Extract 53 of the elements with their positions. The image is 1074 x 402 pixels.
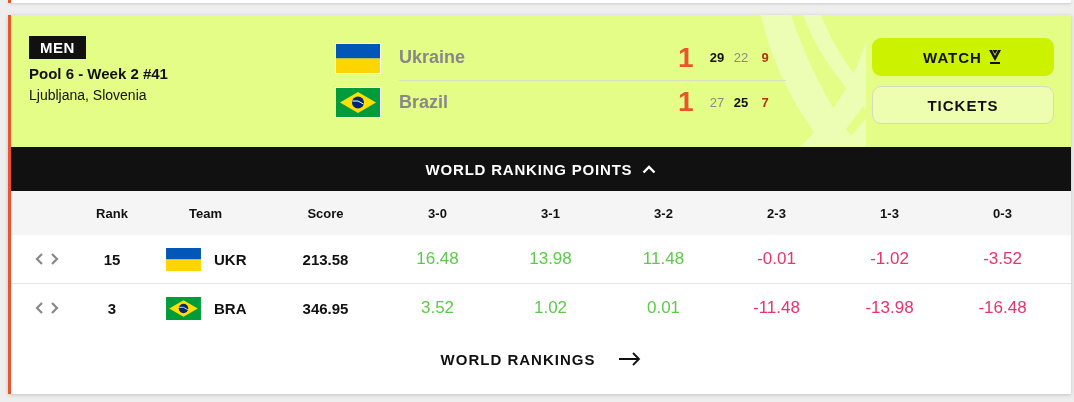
tickets-button[interactable]: TICKETS — [872, 86, 1054, 124]
points-cell-text: 1.02 — [532, 298, 569, 318]
category-badge: MEN — [29, 36, 86, 59]
points-cell-text: -0.01 — [756, 249, 797, 269]
left-right-chevrons-icon[interactable] — [34, 301, 60, 315]
column-header: 1-3 — [879, 205, 900, 221]
flag-icon — [336, 43, 380, 73]
set-score: 22 — [732, 50, 750, 65]
team-name: Ukraine — [399, 47, 467, 68]
column-header: 3-2 — [653, 205, 674, 221]
points-cell-text: -11.48 — [752, 298, 801, 318]
points-cell-text: 16.48 — [415, 249, 460, 269]
column-header: Team — [188, 205, 223, 221]
points-cell-text: 0.01 — [645, 298, 682, 318]
flag-icon — [336, 87, 380, 117]
column-header: Score — [306, 205, 345, 221]
match-location: Ljubljana, Slovenia — [29, 87, 148, 103]
set-score: 25 — [732, 94, 750, 110]
points-cell-text: -3.52 — [982, 249, 1023, 269]
chevron-up-icon — [642, 164, 657, 174]
column-header: 0-3 — [992, 205, 1013, 221]
points-cell-text: -16.48 — [977, 298, 1028, 318]
left-right-chevrons-icon[interactable] — [34, 252, 60, 266]
flag-icon — [166, 247, 201, 271]
set-score: 27 — [708, 94, 726, 110]
points-cell-text: -13.98 — [864, 298, 915, 318]
team-code: UKR — [214, 250, 247, 268]
world-rankings-link[interactable]: WORLD RANKINGS — [440, 350, 642, 368]
team-code: BRA — [214, 299, 247, 317]
v-logo-icon — [986, 49, 1003, 65]
watch-button[interactable]: WATCH — [872, 38, 1054, 76]
points-cell-text: 11.48 — [641, 249, 686, 269]
team-name: Brazil — [399, 91, 450, 113]
arrow-right-icon — [619, 352, 642, 366]
flag-icon — [166, 296, 201, 320]
set-score: 7 — [760, 94, 770, 110]
set-score: 9 — [760, 50, 770, 65]
ranking-points-toggle[interactable]: WORLD RANKING POINTS — [11, 147, 1071, 191]
points-cell-text: -1.02 — [869, 249, 910, 269]
rank-cell-text: 15 — [102, 250, 122, 268]
score-cell-text: 346.95 — [301, 299, 350, 317]
column-header: Rank — [95, 205, 129, 221]
points-cell-text: 13.98 — [528, 249, 573, 269]
points-cell-text: 3.52 — [419, 298, 456, 318]
column-header: 3-0 — [427, 205, 448, 221]
column-header: 3-1 — [540, 205, 561, 221]
rank-cell-text: 3 — [106, 299, 118, 317]
sets-won: 1 — [678, 86, 695, 118]
sets-won: 1 — [678, 41, 695, 74]
score-cell-text: 213.58 — [301, 250, 350, 268]
match-title: Pool 6 - Week 2 #41 — [29, 65, 169, 82]
set-score: 29 — [708, 50, 726, 65]
column-header: 2-3 — [766, 205, 787, 221]
